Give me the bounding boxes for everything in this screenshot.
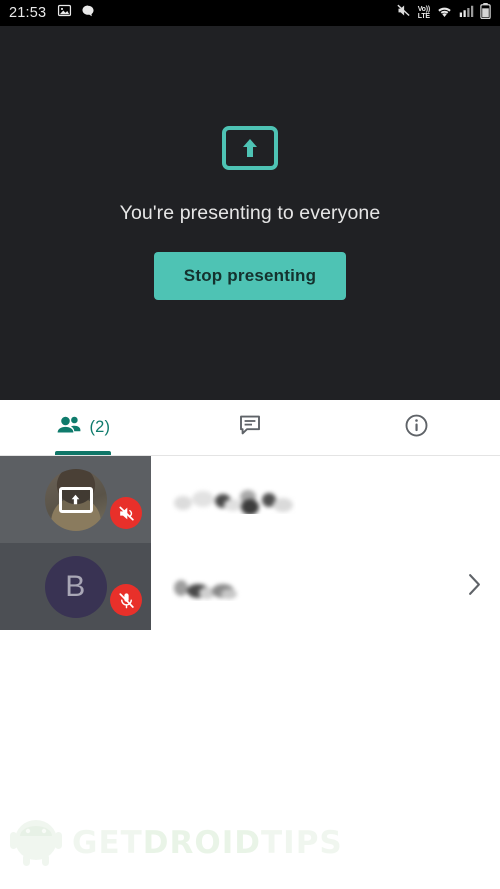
- people-icon: [56, 415, 82, 440]
- bottom-tab-bar: (2): [0, 400, 500, 456]
- active-tab-indicator: [55, 451, 112, 455]
- present-to-all-icon: [58, 486, 93, 513]
- wifi-icon: [436, 4, 453, 23]
- image-icon: [57, 3, 72, 23]
- chevron-right-icon[interactable]: [467, 573, 482, 600]
- status-bar-notification-icons: [57, 3, 95, 23]
- status-bar-clock: 21:53: [9, 5, 47, 21]
- people-count-label: (2): [89, 418, 111, 436]
- participant-name-redacted: [171, 573, 251, 601]
- watermark-text-part3: TIPS: [261, 824, 343, 861]
- volte-top-label: Vo)): [417, 5, 431, 13]
- tab-chat[interactable]: [167, 400, 334, 455]
- ringer-off-icon: [395, 3, 412, 23]
- chat-bubble-icon: [81, 4, 95, 23]
- list-item[interactable]: [0, 456, 500, 543]
- volte-bottom-label: LTE: [417, 13, 430, 20]
- presenting-stage: You're presenting to everyone Stop prese…: [0, 26, 500, 400]
- tab-people[interactable]: (2): [0, 400, 167, 455]
- volte-icon: Vo)) LTE: [417, 5, 431, 21]
- tab-info[interactable]: [333, 400, 500, 455]
- battery-icon: [480, 2, 491, 24]
- google-meet-presenting-screen: 21:53 Vo)) LTE You're presenting to ever…: [0, 0, 500, 889]
- signal-icon: [459, 4, 474, 23]
- participant-row-content[interactable]: [151, 456, 500, 543]
- android-robot-icon: [8, 814, 64, 871]
- participant-list: B: [0, 456, 500, 630]
- participant-name-redacted: [171, 486, 296, 514]
- chat-icon: [237, 413, 263, 442]
- site-watermark: GETDROIDTIPS: [8, 814, 343, 871]
- watermark-text: GETDROIDTIPS: [72, 825, 343, 861]
- stop-presenting-button[interactable]: Stop presenting: [153, 252, 347, 300]
- avatar: [44, 468, 107, 531]
- status-bar-system-icons: Vo)) LTE: [395, 2, 491, 24]
- info-icon: [404, 413, 429, 443]
- list-item[interactable]: B: [0, 543, 500, 630]
- volume-off-icon: [110, 497, 142, 529]
- avatar: B: [44, 555, 107, 618]
- presenting-status-text: You're presenting to everyone: [119, 202, 381, 224]
- watermark-text-part2: DROID: [142, 824, 262, 861]
- mic-off-icon: [110, 584, 142, 616]
- watermark-text-part1: GET: [72, 824, 143, 861]
- present-to-all-icon: [222, 126, 278, 170]
- status-bar: 21:53 Vo)) LTE: [0, 0, 500, 26]
- participant-row-content[interactable]: [151, 543, 500, 630]
- participant-thumbnail[interactable]: [0, 456, 151, 543]
- participant-thumbnail[interactable]: B: [0, 543, 151, 630]
